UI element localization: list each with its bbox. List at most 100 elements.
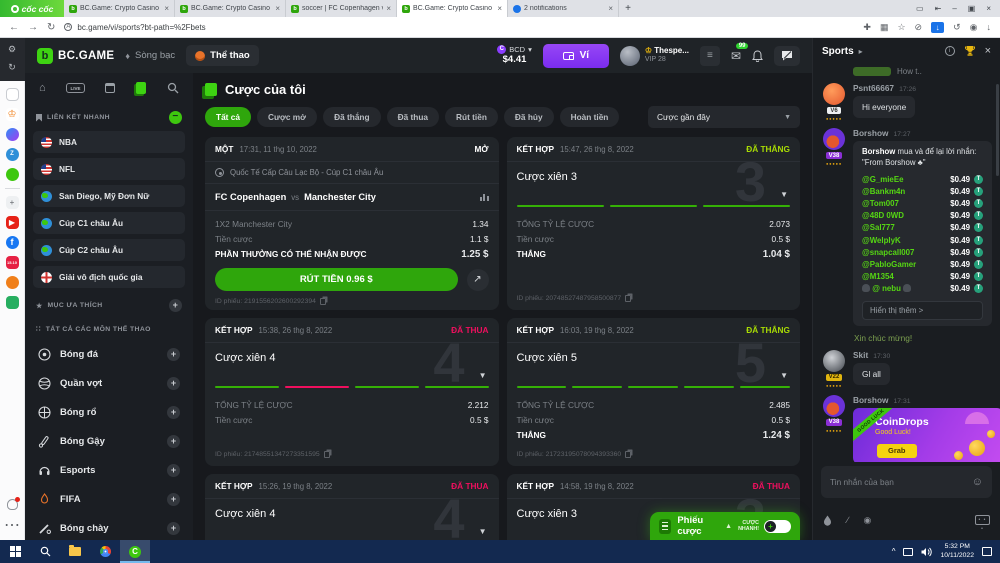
sidebar-sport-soccer[interactable]: Bóng đá+ <box>33 340 185 369</box>
sidebar-sport-fifa[interactable]: FIFA+ <box>33 485 185 514</box>
bet-list-icon[interactable]: ≡ <box>700 46 720 66</box>
new-tab-button[interactable]: + <box>619 0 637 17</box>
coin-flip-icon[interactable]: ◉ <box>864 515 872 526</box>
chat-input[interactable]: Tin nhắn của bạn ☺ <box>821 466 992 498</box>
games-icon[interactable] <box>6 168 19 181</box>
close-window-button[interactable]: × <box>986 4 991 13</box>
add-app-icon[interactable]: + <box>6 196 19 209</box>
expand-plus-button[interactable]: + <box>167 348 180 361</box>
chat-username[interactable]: Borshow <box>853 395 889 405</box>
filter-won[interactable]: Đã thắng <box>323 107 381 127</box>
sort-dropdown[interactable]: Cược gần đây▼ <box>648 106 800 128</box>
chat-username[interactable]: Borshow <box>853 128 889 138</box>
expand-caret-icon[interactable]: ▼ <box>479 527 487 536</box>
start-button[interactable] <box>0 540 30 563</box>
inbox-icon[interactable]: ✉99 <box>731 49 741 63</box>
bet-card-combo[interactable]: KẾT HỢP 15:38, 26 thg 8, 2022 ĐÃ THUA 4 … <box>205 318 499 466</box>
stats-icon[interactable] <box>480 194 489 201</box>
sidebar-item-san-diego[interactable]: San Diego, Mỹ Đơn Nữ <box>33 185 185 207</box>
tab-search-icon[interactable]: ▭ <box>916 4 924 13</box>
chat-toggle-button[interactable] <box>774 46 800 66</box>
restore-button[interactable]: ▣ <box>968 4 976 13</box>
downloads-tray-icon[interactable]: ↓ <box>987 22 992 32</box>
youtube-icon[interactable]: ▶ <box>6 216 19 229</box>
filter-cashout[interactable]: Rút tiền <box>445 107 498 127</box>
action-center-icon[interactable] <box>982 547 992 556</box>
chat-username[interactable]: Psnt66667 <box>853 83 894 93</box>
sidebar-item-national-league[interactable]: Giải vô địch quốc gia <box>33 266 185 288</box>
live-icon[interactable]: LIVE <box>66 83 84 93</box>
copy-icon[interactable] <box>320 298 326 305</box>
filter-cancelled[interactable]: Đã hủy <box>504 107 554 127</box>
sidebar-sport-baseball[interactable]: Bóng chày+ <box>33 514 185 540</box>
sidebar-item-nba[interactable]: NBA <box>33 131 185 153</box>
tab-close-icon[interactable]: × <box>497 4 502 13</box>
bet-card-combo[interactable]: KẾT HỢP 15:47, 26 thg 8, 2022 ĐÃ THẮNG 3… <box>507 137 801 310</box>
sidebar-sport-basketball[interactable]: Bóng rổ+ <box>33 398 185 427</box>
adblock-icon[interactable]: ⊘ <box>915 22 923 33</box>
tab-close-icon[interactable]: × <box>386 4 391 13</box>
copy-icon[interactable] <box>625 451 631 458</box>
profile-icon[interactable]: ◉ <box>970 22 978 33</box>
sidebar-toggle-icon[interactable]: ⇤ <box>935 4 942 13</box>
copy-icon[interactable] <box>625 295 631 302</box>
browser-tab-active[interactable]: bBC.Game: Crypto Casino Gai× <box>397 0 508 17</box>
cashout-button[interactable]: RÚT TIỀN 0.96 $ <box>215 268 458 291</box>
close-chat-icon[interactable]: × <box>985 45 991 57</box>
browser-tab[interactable]: bsoccer | FC Copenhagen vs M× <box>286 0 397 17</box>
gif-keyboard-icon[interactable]: • • • <box>975 515 990 525</box>
tab-close-icon[interactable]: × <box>608 4 613 13</box>
back-icon[interactable]: ← <box>9 22 19 33</box>
filter-open[interactable]: Cược mở <box>257 107 317 127</box>
zalo-icon[interactable]: Z <box>6 148 19 161</box>
trophy-icon[interactable] <box>964 45 976 57</box>
search-icon[interactable] <box>167 82 179 94</box>
browser-tab[interactable]: bBC.Game: Crypto Casino Gan× <box>175 0 286 17</box>
home-icon[interactable]: ⌂ <box>39 82 46 94</box>
bet-slip-button[interactable]: Phiếu cược ▲ CƯỢCNHANH! + <box>650 512 800 540</box>
avatar[interactable] <box>823 395 845 417</box>
facebook-icon[interactable]: f <box>6 236 19 249</box>
emoji-icon[interactable]: ☺ <box>972 476 983 488</box>
newsfeed-icon[interactable] <box>6 88 19 101</box>
network-icon[interactable] <box>903 548 913 556</box>
settings-gear-icon[interactable]: ⚙ <box>8 44 16 55</box>
wallet-button[interactable]: Ví <box>543 44 609 68</box>
chat-rules-icon[interactable]: i <box>945 46 955 56</box>
site-security-icon[interactable]: A <box>64 23 72 31</box>
match-row[interactable]: FC Copenhagen vs Manchester City <box>205 184 499 211</box>
bookmark-star-icon[interactable]: ☆ <box>897 22 905 33</box>
schedule-icon[interactable] <box>105 83 115 93</box>
minimize-button[interactable]: – <box>952 4 956 13</box>
user-profile[interactable]: ♔ Thespe... VIP 28 <box>620 46 689 66</box>
avatar[interactable] <box>823 83 845 105</box>
taskbar-search-button[interactable] <box>30 540 60 563</box>
clock[interactable]: 5:32 PM10/11/2022 <box>940 543 974 561</box>
chrome-button[interactable] <box>90 540 120 563</box>
expand-plus-button[interactable]: + <box>167 464 180 477</box>
chat-messages[interactable]: How t.. V6 ●●●●● Psnt6666717:26 Hi every… <box>813 64 1000 462</box>
forward-icon[interactable]: → <box>28 22 38 33</box>
coccoc-brand[interactable]: cốc cốc <box>0 0 64 17</box>
coccoc-button[interactable]: C <box>120 540 150 563</box>
file-explorer-button[interactable] <box>60 540 90 563</box>
sidebar-item-cup-c1[interactable]: Cúp C1 châu Âu <box>33 212 185 234</box>
save-icon[interactable]: ✚ <box>863 22 871 33</box>
bet-card-combo[interactable]: KẾT HỢP 16:03, 19 thg 8, 2022 ĐÃ THẮNG 5… <box>507 318 801 466</box>
filter-all[interactable]: Tất cả <box>205 107 251 127</box>
browser-tab[interactable]: bBC.Game: Crypto Casino× <box>64 0 175 17</box>
my-bets-icon[interactable] <box>136 82 146 94</box>
expand-plus-button[interactable]: + <box>167 493 180 506</box>
filter-lost[interactable]: Đã thua <box>387 107 439 127</box>
more-dots-icon[interactable]: ⋯ <box>4 515 20 535</box>
chat-scrollbar[interactable] <box>996 84 999 176</box>
expand-caret-icon[interactable]: ▼ <box>479 371 487 380</box>
show-more-button[interactable]: Hiển thị thêm > <box>862 301 983 320</box>
sidebar-sport-esports[interactable]: Esports+ <box>33 456 185 485</box>
quick-bet-toggle[interactable]: CƯỢCNHANH! + <box>738 520 791 533</box>
bet-card-combo[interactable]: KẾT HỢP 15:26, 19 thg 8, 2022 ĐÃ THUA 4 … <box>205 474 499 540</box>
market-icon[interactable] <box>6 296 19 309</box>
sidebar-item-cup-c2[interactable]: Cúp C2 châu Âu <box>33 239 185 261</box>
avatar[interactable] <box>823 128 845 150</box>
reload-icon[interactable]: ↻ <box>47 22 55 33</box>
